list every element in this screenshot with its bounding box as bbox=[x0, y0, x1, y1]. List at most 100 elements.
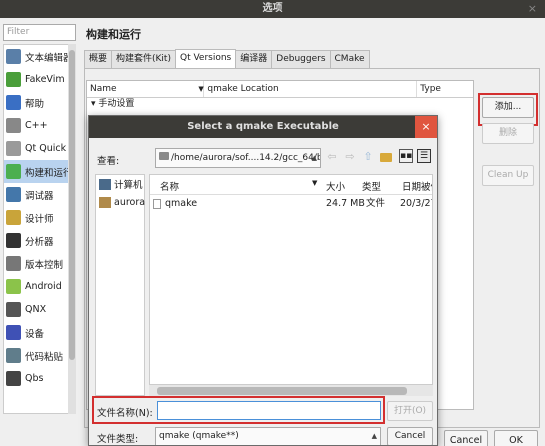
file-type: 文件 bbox=[366, 198, 386, 209]
file-type-spin-icon: ▲▼ bbox=[371, 432, 377, 440]
file-list-hscrollbar-thumb[interactable] bbox=[157, 387, 407, 395]
dialog-titlebar: Select a qmake Executable × bbox=[89, 116, 437, 138]
sidebar-item-label: 设备 bbox=[25, 328, 45, 340]
tab[interactable]: 概要 bbox=[84, 50, 113, 68]
column-header-qmake-location[interactable]: ▼ qmake Location bbox=[198, 81, 418, 97]
open-button[interactable]: 打开(O) bbox=[387, 401, 433, 421]
list-view-icon[interactable]: ☰ bbox=[417, 149, 431, 163]
path-value: /home/aurora/sof....14.2/gcc_64/bin bbox=[171, 153, 321, 163]
tab[interactable]: 编译器 bbox=[235, 50, 273, 68]
sidebar-item[interactable]: Qt Quick bbox=[4, 137, 75, 160]
computer-icon bbox=[99, 178, 111, 190]
file-name-highlight bbox=[92, 396, 385, 424]
cancel-button[interactable]: Cancel bbox=[444, 430, 488, 446]
file-column-type[interactable]: 类型 bbox=[362, 179, 381, 193]
sidebar-item-label: 版本控制 bbox=[25, 259, 64, 271]
sidebar-item[interactable]: Android bbox=[4, 275, 75, 298]
sidebar-item-label: QNX bbox=[25, 304, 47, 315]
file-row[interactable]: qmake 24.7 MB 文件 20/3/27 bbox=[150, 195, 432, 213]
file-type-combo[interactable]: qmake (qmake**) ▲▼ bbox=[155, 427, 381, 445]
dialog-title: Select a qmake Executable bbox=[187, 121, 339, 132]
column-header-type[interactable]: Type bbox=[417, 81, 473, 97]
sidebar-item[interactable]: 版本控制 bbox=[4, 252, 75, 275]
file-column-name[interactable]: 名称 bbox=[160, 179, 179, 193]
sidebar-item[interactable]: C++ bbox=[4, 114, 75, 137]
window-title: 选项 bbox=[262, 3, 283, 14]
version-control-icon bbox=[6, 256, 21, 271]
sidebar-item[interactable]: 分析器 bbox=[4, 229, 75, 252]
window-close-icon[interactable]: × bbox=[528, 0, 537, 18]
sidebar-item-label: C++ bbox=[25, 120, 48, 131]
place-label: aurora bbox=[114, 196, 146, 208]
new-folder-icon[interactable] bbox=[379, 149, 393, 165]
sidebar-item[interactable]: FakeVim bbox=[4, 68, 75, 91]
file-column-date[interactable]: 日期被修改 bbox=[402, 179, 432, 193]
file-list-hscrollbar[interactable] bbox=[149, 384, 433, 396]
debugger-icon bbox=[6, 187, 21, 202]
sidebar-item[interactable]: 设计师 bbox=[4, 206, 75, 229]
forward-icon[interactable]: ⇨ bbox=[343, 149, 357, 165]
tree-header: Name ▼ qmake Location Type bbox=[87, 81, 473, 98]
tab-bar: 概要 构建套件(Kit) Qt Versions 编译器 Debuggers CMake bbox=[84, 49, 370, 68]
sidebar-item[interactable]: 设备 bbox=[4, 321, 75, 344]
help-icon bbox=[6, 95, 21, 110]
file-sort-icon: ▼ bbox=[312, 179, 318, 187]
column-header-qmake-location-label: qmake Location bbox=[207, 84, 279, 94]
build-run-icon bbox=[6, 164, 21, 179]
detail-view-icon[interactable]: ▪▪ bbox=[399, 149, 413, 163]
file-type-label: 文件类型: bbox=[97, 434, 139, 445]
back-icon[interactable]: ⇦ bbox=[325, 149, 339, 165]
sidebar-scrollbar-thumb[interactable] bbox=[69, 50, 75, 360]
sidebar-item[interactable]: QNX bbox=[4, 298, 75, 321]
path-combo[interactable]: /home/aurora/sof....14.2/gcc_64/bin ▲▼ bbox=[155, 148, 321, 168]
sidebar-item[interactable]: 构建和运行 bbox=[4, 160, 75, 183]
path-combo-spin-icon: ▲▼ bbox=[311, 154, 317, 162]
column-header-name[interactable]: Name bbox=[87, 81, 205, 97]
parent-dir-icon[interactable]: ⇧ bbox=[361, 149, 375, 165]
android-icon bbox=[6, 279, 21, 294]
sidebar-item-label: Android bbox=[25, 281, 62, 292]
tab[interactable]: Qt Versions bbox=[174, 49, 237, 68]
sidebar-item-label: 调试器 bbox=[25, 190, 54, 202]
place-item[interactable]: aurora bbox=[96, 193, 146, 211]
tree-row-manual[interactable]: ▾ 手动设置 bbox=[87, 98, 473, 111]
sidebar-item[interactable]: Qbs bbox=[4, 367, 75, 390]
tab[interactable]: Debuggers bbox=[271, 50, 331, 68]
sidebar-item[interactable]: 帮助 bbox=[4, 91, 75, 114]
sidebar-scrollbar[interactable] bbox=[68, 44, 76, 414]
cleanup-button[interactable]: Clean Up bbox=[482, 165, 534, 186]
dialog-close-icon[interactable]: × bbox=[415, 116, 437, 138]
sidebar-item[interactable]: 调试器 bbox=[4, 183, 75, 206]
sidebar-item[interactable]: 文本编辑器 bbox=[4, 45, 75, 68]
file-icon bbox=[153, 199, 161, 209]
file-date: 20/3/27 bbox=[400, 198, 433, 209]
sidebar-item[interactable]: 代码粘贴 bbox=[4, 344, 75, 367]
devices-icon bbox=[6, 325, 21, 340]
remove-button[interactable]: 删除 bbox=[482, 123, 534, 144]
sidebar-item-label: FakeVim bbox=[25, 74, 65, 85]
tab[interactable]: CMake bbox=[329, 50, 370, 68]
sidebar-item-label: 帮助 bbox=[25, 98, 45, 110]
tab[interactable]: 构建套件(Kit) bbox=[111, 50, 176, 68]
sidebar-item-label: 代码粘贴 bbox=[25, 351, 64, 363]
designer-icon bbox=[6, 210, 21, 225]
filter-input[interactable]: Filter bbox=[3, 24, 76, 41]
page-title: 构建和运行 bbox=[86, 28, 141, 41]
sidebar-item-label: 文本编辑器 bbox=[25, 52, 73, 64]
file-list-header: 名称 ▼ 大小 类型 日期被修改 bbox=[150, 175, 432, 195]
text-editor-icon bbox=[6, 49, 21, 64]
dialog-cancel-button[interactable]: Cancel bbox=[387, 427, 433, 445]
ok-button[interactable]: OK bbox=[494, 430, 538, 446]
sort-indicator-icon: ▼ bbox=[198, 85, 204, 93]
folder-icon bbox=[159, 152, 169, 160]
file-list[interactable]: 名称 ▼ 大小 类型 日期被修改 qmake 24.7 MB 文件 20/3/2… bbox=[149, 174, 433, 396]
file-size: 24.7 MB bbox=[326, 198, 365, 209]
places-sidebar: 计算机 aurora bbox=[95, 174, 145, 396]
qnx-icon bbox=[6, 302, 21, 317]
file-name: qmake bbox=[165, 198, 198, 209]
file-column-size[interactable]: 大小 bbox=[326, 179, 345, 193]
place-label: 计算机 bbox=[114, 180, 143, 191]
window-titlebar: 选项 × bbox=[0, 0, 545, 18]
place-item[interactable]: 计算机 bbox=[96, 175, 144, 193]
sidebar-item-label: Qt Quick bbox=[25, 143, 67, 154]
